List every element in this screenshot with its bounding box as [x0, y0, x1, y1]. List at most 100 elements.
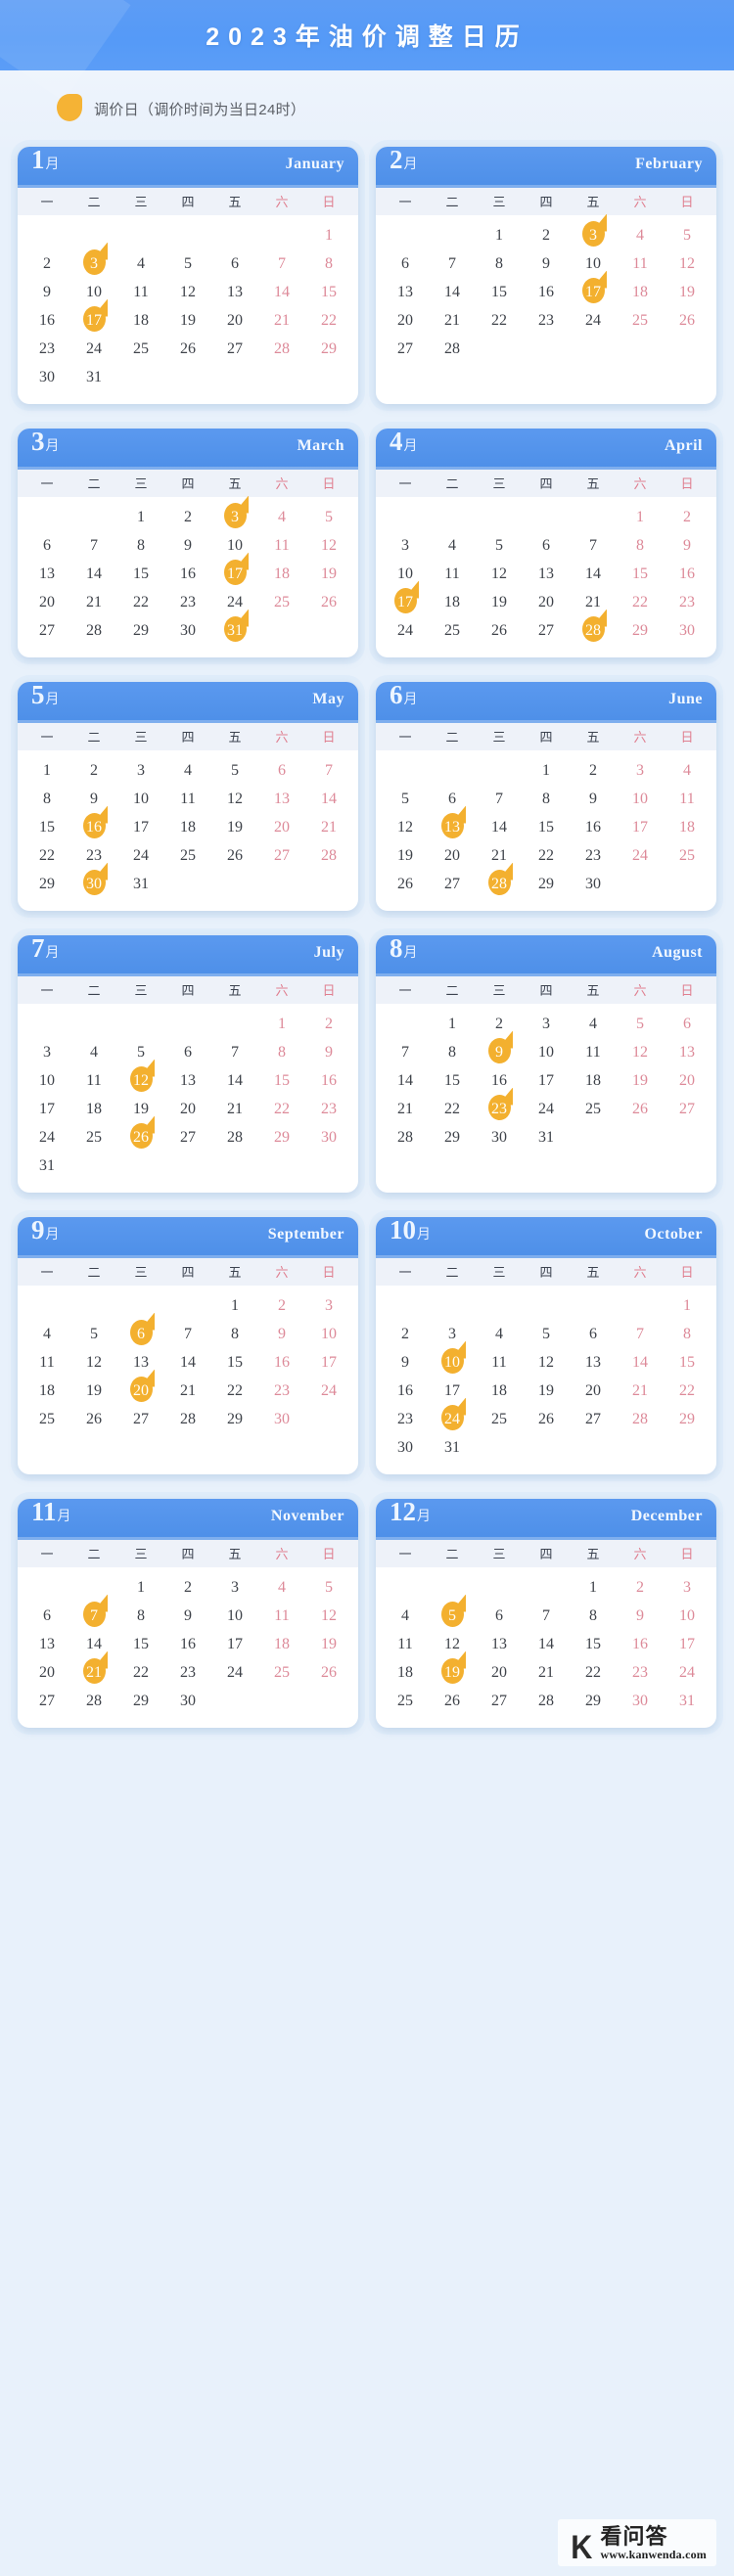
day-cell[interactable]: 30 — [164, 1688, 211, 1714]
day-cell[interactable]: 8 — [617, 532, 664, 559]
day-cell[interactable]: 1 — [617, 504, 664, 530]
day-cell[interactable]: 23 — [570, 842, 617, 869]
day-cell[interactable]: 30 — [570, 871, 617, 897]
day-cell-price-adjustment[interactable]: 3 — [211, 502, 258, 530]
day-cell[interactable]: 8 — [476, 250, 523, 277]
day-cell[interactable]: 15 — [617, 561, 664, 587]
day-cell[interactable]: 25 — [258, 589, 305, 615]
day-cell[interactable]: 26 — [476, 617, 523, 644]
day-cell[interactable]: 26 — [382, 871, 429, 897]
day-cell[interactable]: 1 — [23, 757, 70, 784]
day-cell[interactable]: 29 — [429, 1124, 476, 1151]
day-cell[interactable]: 10 — [570, 250, 617, 277]
day-cell[interactable]: 18 — [23, 1378, 70, 1404]
day-cell[interactable]: 25 — [164, 842, 211, 869]
day-cell[interactable]: 5 — [305, 1574, 352, 1601]
day-cell[interactable]: 24 — [23, 1124, 70, 1151]
day-cell[interactable]: 20 — [429, 842, 476, 869]
day-cell[interactable]: 15 — [258, 1067, 305, 1094]
day-cell[interactable]: 29 — [211, 1406, 258, 1432]
day-cell-price-adjustment[interactable]: 19 — [429, 1657, 476, 1686]
day-cell[interactable]: 4 — [664, 757, 711, 784]
day-cell[interactable]: 13 — [117, 1349, 164, 1376]
day-cell[interactable]: 18 — [429, 589, 476, 615]
day-cell[interactable]: 19 — [70, 1378, 117, 1404]
day-cell[interactable]: 1 — [570, 1574, 617, 1601]
day-cell[interactable]: 14 — [305, 786, 352, 812]
day-cell[interactable]: 6 — [570, 1321, 617, 1347]
day-cell[interactable]: 12 — [164, 279, 211, 305]
day-cell[interactable]: 21 — [382, 1096, 429, 1122]
day-cell[interactable]: 27 — [429, 871, 476, 897]
day-cell[interactable]: 22 — [23, 842, 70, 869]
day-cell[interactable]: 27 — [164, 1124, 211, 1151]
day-cell[interactable]: 17 — [664, 1631, 711, 1657]
day-cell[interactable]: 5 — [664, 222, 711, 249]
day-cell[interactable]: 22 — [305, 307, 352, 334]
day-cell[interactable]: 18 — [664, 814, 711, 840]
day-cell[interactable]: 12 — [305, 532, 352, 559]
day-cell[interactable]: 9 — [617, 1603, 664, 1629]
day-cell[interactable]: 8 — [570, 1603, 617, 1629]
day-cell[interactable]: 11 — [617, 250, 664, 277]
day-cell[interactable]: 5 — [211, 757, 258, 784]
day-cell[interactable]: 1 — [211, 1292, 258, 1319]
day-cell[interactable]: 16 — [570, 814, 617, 840]
day-cell-price-adjustment[interactable]: 23 — [476, 1094, 523, 1122]
day-cell[interactable]: 17 — [23, 1096, 70, 1122]
day-cell[interactable]: 9 — [570, 786, 617, 812]
day-cell[interactable]: 20 — [164, 1096, 211, 1122]
day-cell[interactable]: 9 — [164, 532, 211, 559]
day-cell[interactable]: 16 — [523, 279, 570, 305]
day-cell[interactable]: 6 — [258, 757, 305, 784]
day-cell[interactable]: 20 — [570, 1378, 617, 1404]
day-cell[interactable]: 2 — [617, 1574, 664, 1601]
day-cell[interactable]: 8 — [117, 1603, 164, 1629]
day-cell[interactable]: 14 — [523, 1631, 570, 1657]
day-cell[interactable]: 22 — [617, 589, 664, 615]
day-cell[interactable]: 16 — [164, 561, 211, 587]
day-cell[interactable]: 13 — [211, 279, 258, 305]
day-cell-price-adjustment[interactable]: 21 — [70, 1657, 117, 1686]
day-cell[interactable]: 27 — [23, 1688, 70, 1714]
day-cell[interactable]: 7 — [164, 1321, 211, 1347]
day-cell[interactable]: 14 — [570, 561, 617, 587]
day-cell[interactable]: 27 — [258, 842, 305, 869]
day-cell[interactable]: 28 — [70, 617, 117, 644]
day-cell[interactable]: 1 — [117, 1574, 164, 1601]
day-cell[interactable]: 17 — [617, 814, 664, 840]
day-cell-price-adjustment[interactable]: 7 — [70, 1601, 117, 1629]
day-cell[interactable]: 13 — [23, 561, 70, 587]
day-cell[interactable]: 27 — [211, 336, 258, 362]
day-cell[interactable]: 18 — [164, 814, 211, 840]
day-cell[interactable]: 7 — [570, 532, 617, 559]
day-cell[interactable]: 27 — [476, 1688, 523, 1714]
day-cell[interactable]: 14 — [617, 1349, 664, 1376]
day-cell[interactable]: 11 — [382, 1631, 429, 1657]
day-cell[interactable]: 13 — [570, 1349, 617, 1376]
day-cell[interactable]: 19 — [382, 842, 429, 869]
day-cell[interactable]: 23 — [23, 336, 70, 362]
day-cell[interactable]: 25 — [570, 1096, 617, 1122]
day-cell[interactable]: 12 — [211, 786, 258, 812]
day-cell[interactable]: 1 — [476, 222, 523, 249]
day-cell-price-adjustment[interactable]: 6 — [117, 1319, 164, 1347]
day-cell[interactable]: 16 — [476, 1067, 523, 1094]
day-cell[interactable]: 11 — [23, 1349, 70, 1376]
day-cell[interactable]: 31 — [70, 364, 117, 390]
day-cell[interactable]: 18 — [382, 1659, 429, 1686]
day-cell[interactable]: 27 — [382, 336, 429, 362]
day-cell[interactable]: 15 — [305, 279, 352, 305]
day-cell[interactable]: 25 — [617, 307, 664, 334]
day-cell[interactable]: 10 — [382, 561, 429, 587]
day-cell-price-adjustment[interactable]: 17 — [382, 587, 429, 615]
day-cell[interactable]: 11 — [570, 1039, 617, 1065]
day-cell-price-adjustment[interactable]: 3 — [570, 220, 617, 249]
day-cell[interactable]: 2 — [570, 757, 617, 784]
day-cell[interactable]: 21 — [476, 842, 523, 869]
day-cell[interactable]: 4 — [382, 1603, 429, 1629]
day-cell[interactable]: 24 — [382, 617, 429, 644]
day-cell[interactable]: 4 — [70, 1039, 117, 1065]
day-cell[interactable]: 12 — [382, 814, 429, 840]
day-cell[interactable]: 15 — [117, 561, 164, 587]
